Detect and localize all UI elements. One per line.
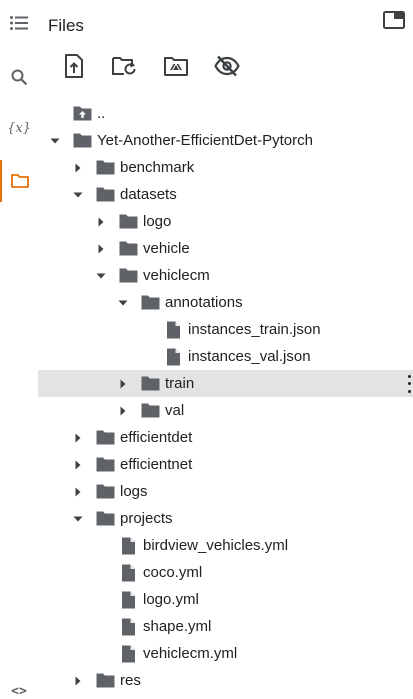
- folder-icon: [140, 402, 160, 420]
- file-icon: [118, 564, 138, 582]
- tree-item-label: efficientnet: [120, 456, 193, 473]
- folder-icon: [95, 159, 115, 177]
- folder-icon: [118, 267, 138, 285]
- folder-row[interactable]: vehiclecm: [0, 262, 413, 289]
- folder-row[interactable]: logs: [0, 478, 413, 505]
- tree-item-label: Yet-Another-EfficientDet-Pytorch: [97, 132, 313, 149]
- file-row[interactable]: coco.yml: [0, 559, 413, 586]
- tree-item-label: res: [120, 672, 141, 689]
- folder-icon: [118, 213, 138, 231]
- folder-row[interactable]: val: [0, 397, 413, 424]
- folder-row[interactable]: vehicle: [0, 235, 413, 262]
- file-icon: [118, 591, 138, 609]
- chevron-right-icon[interactable]: [71, 161, 85, 175]
- tree-item-label: ..: [97, 105, 106, 122]
- tree-item-label: logs: [120, 483, 148, 500]
- chevron-down-icon[interactable]: [94, 269, 108, 283]
- hide-hidden-files-icon: [214, 55, 240, 77]
- tree-item-label: vehiclecm.yml: [143, 645, 238, 662]
- folder-row[interactable]: logo: [0, 208, 413, 235]
- table-of-contents-button[interactable]: [0, 8, 38, 38]
- more-options-icon[interactable]: [406, 374, 412, 393]
- file-row[interactable]: vehiclecm.yml: [0, 640, 413, 667]
- toggle-panel-button[interactable]: [383, 11, 405, 31]
- tree-item-label: vehiclecm: [143, 267, 210, 284]
- folder-row[interactable]: res: [0, 667, 413, 694]
- folder-row[interactable]: benchmark: [0, 154, 413, 181]
- folder-row[interactable]: projects: [0, 505, 413, 532]
- parent-folder-row[interactable]: ..: [0, 100, 413, 127]
- search-icon: [11, 69, 27, 85]
- file-row[interactable]: instances_val.json: [0, 343, 413, 370]
- chevron-down-icon[interactable]: [116, 296, 130, 310]
- tree-item-label: birdview_vehicles.yml: [143, 537, 289, 554]
- list-icon: [10, 16, 28, 30]
- tree-item-label: train: [165, 375, 195, 392]
- tree-item-label: val: [165, 402, 185, 419]
- chevron-down-icon[interactable]: [48, 134, 62, 148]
- chevron-right-icon[interactable]: [71, 431, 85, 445]
- folder-icon: [140, 294, 160, 312]
- file-row[interactable]: birdview_vehicles.yml: [0, 532, 413, 559]
- tree-item-label: efficientdet: [120, 429, 193, 446]
- file-toolbar: [60, 52, 264, 82]
- tree-item-label: coco.yml: [143, 564, 203, 581]
- folder-icon: [95, 456, 115, 474]
- folder-row[interactable]: datasets: [0, 181, 413, 208]
- chevron-right-icon[interactable]: [94, 215, 108, 229]
- chevron-right-icon[interactable]: [94, 242, 108, 256]
- file-row[interactable]: shape.yml: [0, 613, 413, 640]
- panel-title: Files: [48, 16, 84, 35]
- folder-icon: [95, 510, 115, 528]
- folder-row[interactable]: train: [38, 370, 413, 397]
- toggle-hidden-files-button[interactable]: [213, 52, 241, 80]
- mount-drive-icon: [164, 57, 188, 76]
- search-button[interactable]: [0, 62, 38, 92]
- tree-item-label: logo: [143, 213, 172, 230]
- tree-item-label: logo.yml: [143, 591, 199, 608]
- file-icon: [163, 321, 183, 339]
- parent-folder-icon: [72, 105, 92, 123]
- upload-file-icon: [65, 54, 83, 78]
- tree-item-label: vehicle: [143, 240, 190, 257]
- file-row[interactable]: instances_train.json: [0, 316, 413, 343]
- folder-icon: [118, 240, 138, 258]
- folder-icon: [95, 483, 115, 501]
- folder-row[interactable]: Yet-Another-EfficientDet-Pytorch: [0, 127, 413, 154]
- folder-row[interactable]: efficientnet: [0, 451, 413, 478]
- chevron-down-icon[interactable]: [71, 512, 85, 526]
- tree-item-label: benchmark: [120, 159, 195, 176]
- tree-item-label: shape.yml: [143, 618, 212, 635]
- refresh-button[interactable]: [111, 52, 139, 80]
- chevron-right-icon[interactable]: [116, 377, 130, 391]
- file-icon: [163, 348, 183, 366]
- chevron-right-icon[interactable]: [71, 485, 85, 499]
- refresh-folder-icon: [112, 57, 136, 75]
- chevron-right-icon[interactable]: [71, 458, 85, 472]
- chevron-right-icon[interactable]: [116, 404, 130, 418]
- folder-icon: [95, 429, 115, 447]
- upload-button[interactable]: [60, 52, 88, 80]
- folder-row[interactable]: annotations: [0, 289, 413, 316]
- tree-item-label: projects: [120, 510, 173, 527]
- tree-item-label: datasets: [120, 186, 177, 203]
- tree-item-label: instances_train.json: [188, 321, 321, 338]
- chevron-right-icon[interactable]: [71, 674, 85, 688]
- folder-icon: [140, 375, 160, 393]
- file-row[interactable]: logo.yml: [0, 586, 413, 613]
- folder-icon: [95, 672, 115, 690]
- file-icon: [118, 537, 138, 555]
- tree-item-label: instances_val.json: [188, 348, 311, 365]
- file-icon: [118, 645, 138, 663]
- folder-icon: [72, 132, 92, 150]
- file-icon: [118, 618, 138, 636]
- chevron-down-icon[interactable]: [71, 188, 85, 202]
- folder-icon: [95, 186, 115, 204]
- panel-icon: [383, 11, 405, 29]
- folder-row[interactable]: efficientdet: [0, 424, 413, 451]
- tree-item-label: annotations: [165, 294, 243, 311]
- mount-drive-button[interactable]: [162, 52, 190, 80]
